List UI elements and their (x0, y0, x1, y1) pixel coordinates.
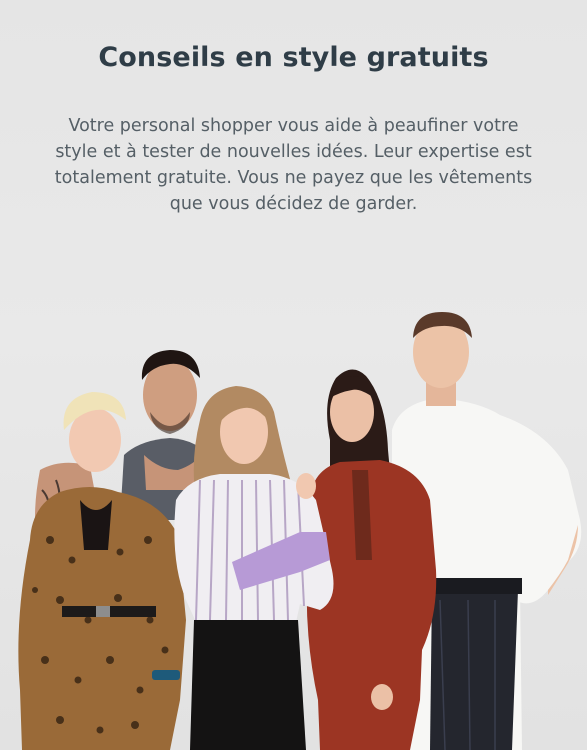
section-title: Conseils en style gratuits (98, 42, 489, 73)
person-center-striped (174, 386, 334, 750)
section-description: Votre personal shopper vous aide à peauf… (54, 116, 533, 214)
team-photo (18, 312, 582, 750)
style-advice-section: Conseils en style gratuits Votre persona… (0, 0, 587, 750)
